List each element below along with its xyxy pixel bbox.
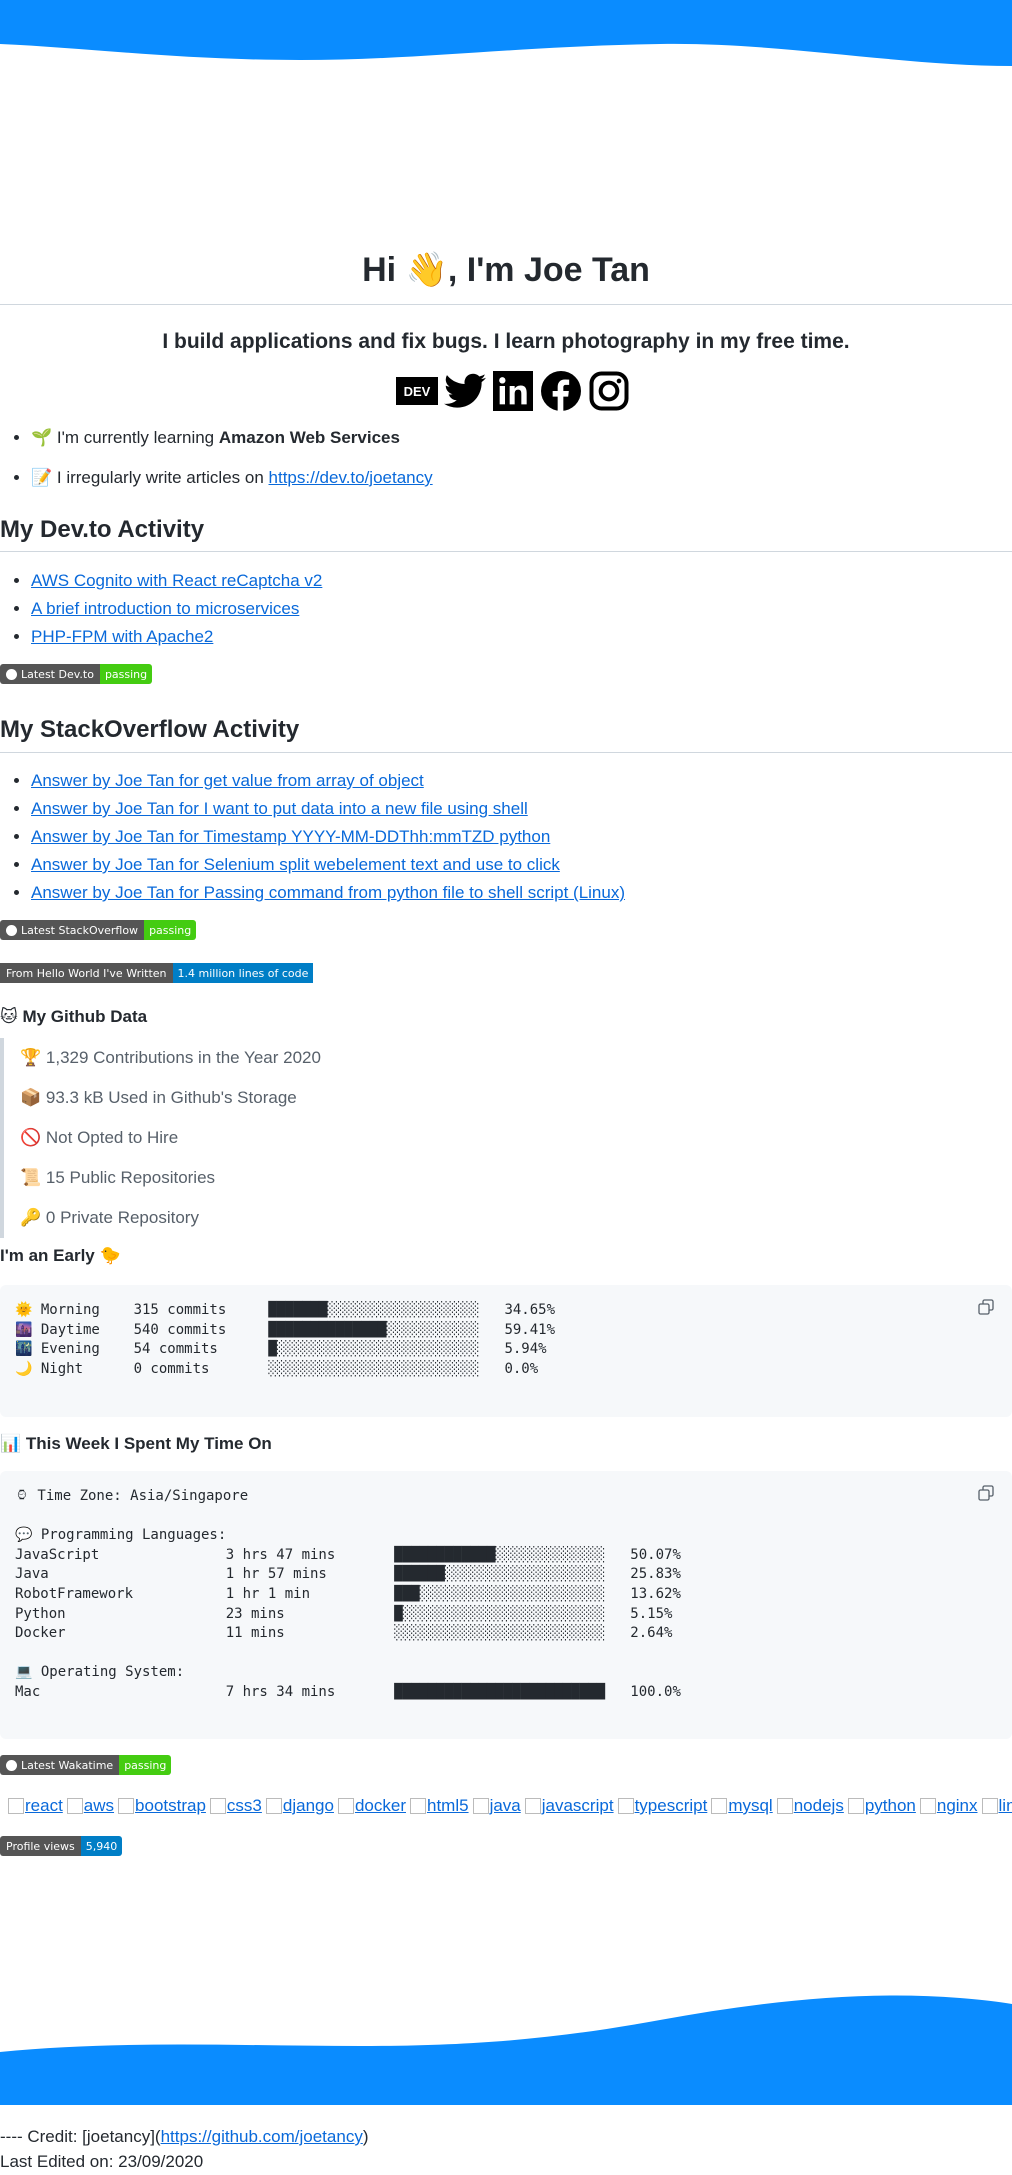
storage-stat: 📦 93.3 kB Used in Github's Storage <box>20 1088 297 1107</box>
lines-of-code-badge: From Hello World I've Written 1.4 millio… <box>0 963 314 983</box>
aws-icon[interactable]: aws <box>66 1796 114 1816</box>
wakatime-workflow-badge[interactable]: Latest Wakatime passing <box>0 1755 172 1775</box>
article-link[interactable]: A brief introduction to microservices <box>31 599 299 618</box>
divider <box>0 752 1012 753</box>
divider <box>0 551 1012 552</box>
github-data-heading: 🐱 My Github Data <box>0 1007 148 1026</box>
list-item-text: 📝 I irregularly write articles on <box>31 468 269 487</box>
stackoverflow-workflow-badge[interactable]: Latest StackOverflow passing <box>0 920 197 940</box>
github-icon <box>6 924 17 936</box>
list-item: 📝 I irregularly write articles on https:… <box>31 464 1011 492</box>
html5-icon[interactable]: html5 <box>409 1796 469 1816</box>
devto-heading: My Dev.to Activity <box>0 516 205 543</box>
credit-link[interactable]: https://github.com/joetancy <box>161 2127 363 2146</box>
commit-time-code-block: 🌞 Morning 315 commits ███████░░░░░░░░░░░… <box>0 1285 1012 1417</box>
list-item: Answer by Joe Tan for Timestamp YYYY-MM-… <box>31 823 625 851</box>
bottom-wave-banner <box>0 1995 1012 2105</box>
learning-topic: Amazon Web Services <box>218 428 400 447</box>
react-icon[interactable]: react <box>8 1796 63 1816</box>
early-heading: I'm an Early 🐤 <box>0 1246 121 1265</box>
django-icon[interactable]: django <box>265 1796 334 1816</box>
article-link[interactable]: PHP-FPM with Apache2 <box>31 627 213 646</box>
devto-workflow-badge[interactable]: Latest Dev.to passing <box>0 664 153 684</box>
typescript-icon[interactable]: typescript <box>617 1796 707 1816</box>
twitter-icon[interactable] <box>444 370 486 412</box>
linkedin-icon[interactable] <box>492 370 534 412</box>
about-list: 🌱 I'm currently learning Amazon Web Serv… <box>0 424 1011 492</box>
copy-icon[interactable] <box>978 1485 994 1501</box>
credit-prefix: ---- Credit: [joetancy]( <box>0 2127 161 2146</box>
list-item-text: 🌱 I'm currently learning <box>31 428 219 447</box>
stackoverflow-answers: Answer by Joe Tan for get value from arr… <box>0 767 625 907</box>
docker-icon[interactable]: docker <box>337 1796 406 1816</box>
wakatime-stats: ⌚︎ Time Zone: Asia/Singapore 💬 Programmi… <box>15 1488 681 1700</box>
devto-articles: AWS Cognito with React reCaptcha v2 A br… <box>0 567 322 651</box>
javascript-icon[interactable]: javascript <box>524 1796 614 1816</box>
answer-link[interactable]: Answer by Joe Tan for get value from arr… <box>31 771 424 790</box>
copy-icon[interactable] <box>978 1299 994 1315</box>
tagline: I build applications and fix bugs. I lea… <box>162 330 850 353</box>
credit-suffix: ) <box>362 2127 369 2146</box>
devto-profile-link[interactable]: https://dev.to/joetancy <box>269 468 433 487</box>
answer-link[interactable]: Answer by Joe Tan for I want to put data… <box>31 799 528 818</box>
public-repos-stat: 📜 15 Public Repositories <box>20 1168 216 1187</box>
last-edited: Last Edited on: 23/09/2020 <box>0 2152 204 2171</box>
list-item: Answer by Joe Tan for Passing command fr… <box>31 879 625 907</box>
article-link[interactable]: AWS Cognito with React reCaptcha v2 <box>31 571 322 590</box>
stackoverflow-heading: My StackOverflow Activity <box>0 716 300 743</box>
commit-time-stats: 🌞 Morning 315 commits ███████░░░░░░░░░░░… <box>15 1302 556 1377</box>
tech-stack-icons: react aws bootstrap css3 django docker h… <box>8 1796 1012 1816</box>
java-icon[interactable]: java <box>472 1796 521 1816</box>
list-item: A brief introduction to microservices <box>31 595 322 623</box>
contributions-stat: 🏆 1,329 Contributions in the Year 2020 <box>20 1048 321 1067</box>
profile-views-badge: Profile views 5,940 <box>0 1836 123 1856</box>
instagram-icon[interactable] <box>588 370 630 412</box>
css3-icon[interactable]: css3 <box>209 1796 262 1816</box>
social-links: DEV <box>396 370 630 412</box>
top-wave-banner <box>0 0 1012 66</box>
answer-link[interactable]: Answer by Joe Tan for Passing command fr… <box>31 883 625 902</box>
nodejs-icon[interactable]: nodejs <box>776 1796 844 1816</box>
dev-icon[interactable]: DEV <box>396 370 438 412</box>
private-repos-stat: 🔑 0 Private Repository <box>20 1208 199 1227</box>
list-item: Answer by Joe Tan for I want to put data… <box>31 795 625 823</box>
answer-link[interactable]: Answer by Joe Tan for Selenium split web… <box>31 855 560 874</box>
list-item: AWS Cognito with React reCaptcha v2 <box>31 567 322 595</box>
page-title: Hi 👋, I'm Joe Tan <box>362 251 650 289</box>
list-item: Answer by Joe Tan for Selenium split web… <box>31 851 625 879</box>
github-icon <box>6 668 17 680</box>
credit-line: ---- Credit: [joetancy](https://github.c… <box>0 2127 369 2147</box>
week-heading: 📊 This Week I Spent My Time On <box>0 1434 272 1453</box>
list-item: Answer by Joe Tan for get value from arr… <box>31 767 625 795</box>
github-stats-quote: 🏆 1,329 Contributions in the Year 2020 📦… <box>0 1038 1010 1238</box>
github-icon <box>6 1759 17 1771</box>
linux-icon[interactable]: linux <box>981 1796 1012 1816</box>
wakatime-code-block: ⌚︎ Time Zone: Asia/Singapore 💬 Programmi… <box>0 1471 1012 1739</box>
nginx-icon[interactable]: nginx <box>919 1796 978 1816</box>
list-item: 🌱 I'm currently learning Amazon Web Serv… <box>31 424 1011 452</box>
svg-text:DEV: DEV <box>404 384 431 399</box>
hire-stat: 🚫 Not Opted to Hire <box>20 1128 179 1147</box>
divider <box>0 304 1012 305</box>
facebook-icon[interactable] <box>540 370 582 412</box>
answer-link[interactable]: Answer by Joe Tan for Timestamp YYYY-MM-… <box>31 827 550 846</box>
python-icon[interactable]: python <box>847 1796 916 1816</box>
bootstrap-icon[interactable]: bootstrap <box>118 1796 206 1816</box>
list-item: PHP-FPM with Apache2 <box>31 623 322 651</box>
mysql-icon[interactable]: mysql <box>711 1796 773 1816</box>
